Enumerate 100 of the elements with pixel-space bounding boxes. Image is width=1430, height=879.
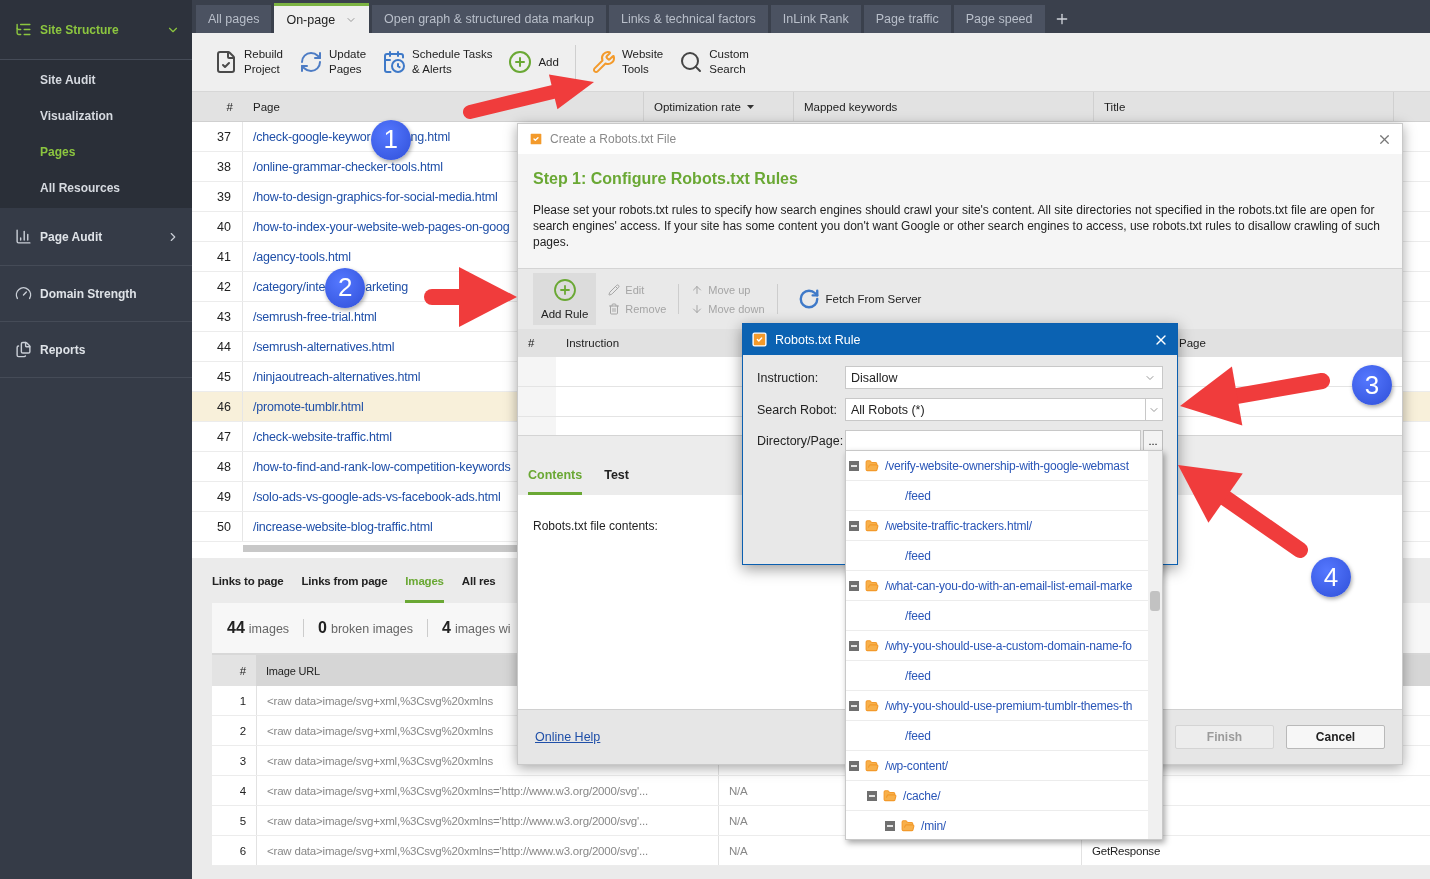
tree-item[interactable]: /website-traffic-trackers.html/ xyxy=(885,518,1032,533)
tab[interactable]: All pages xyxy=(196,5,272,33)
page-link[interactable]: /how-to-index-your-website-web-pages-on-goog xyxy=(253,219,510,234)
column-header[interactable]: Mapped keywords xyxy=(793,92,1093,121)
tree-item[interactable]: /why-you-should-use-premium-tumblr-themes-th xyxy=(885,698,1133,713)
row-number[interactable]: 42 xyxy=(192,272,243,301)
caret-icon xyxy=(746,104,754,109)
tab[interactable]: Links from page xyxy=(301,561,388,603)
browse-button[interactable]: ... xyxy=(1143,430,1163,452)
page-link[interactable]: /how-to-design-graphics-for-social-media.html xyxy=(253,189,498,204)
row-number[interactable]: 48 xyxy=(192,452,243,481)
page-link[interactable]: /increase-website-blog-traffic.html xyxy=(253,519,433,534)
toolbar-button[interactable]: Add Rule xyxy=(533,273,597,325)
page-link[interactable]: arketing xyxy=(365,279,409,294)
row-number: 6 xyxy=(239,844,246,857)
row-number[interactable]: 39 xyxy=(192,182,243,211)
toolbar-button[interactable]: Custom Search xyxy=(679,45,749,79)
folder-icon xyxy=(865,578,879,593)
input-field[interactable] xyxy=(845,430,1141,452)
page-link[interactable]: /solo-ads-vs-google-ads-vs-facebook-ads.html xyxy=(253,489,501,504)
toolbar-button[interactable]: Schedule Tasks & Alerts xyxy=(382,45,493,79)
tab[interactable]: All res xyxy=(461,561,496,603)
collapse-icon[interactable] xyxy=(849,520,859,531)
row-number[interactable]: 46 xyxy=(192,392,243,421)
page-link[interactable]: /online-grammar-checker-tools.html xyxy=(253,159,443,174)
tree-item[interactable]: /verify-website-ownership-with-google-webmast xyxy=(885,458,1129,473)
sidebar-subitem[interactable]: Pages xyxy=(0,134,192,170)
toolbar-button[interactable]: Add xyxy=(508,45,559,79)
sidebar-subitem[interactable]: Visualization xyxy=(0,98,192,134)
page-link[interactable]: /semrush-free-trial.html xyxy=(253,309,377,324)
tree-item[interactable]: /wp-content/ xyxy=(885,758,948,773)
collapse-icon[interactable] xyxy=(849,640,859,651)
tab[interactable]: Links to page xyxy=(212,561,284,603)
tree-item[interactable]: /min/ xyxy=(921,818,946,833)
tree-item[interactable]: /feed xyxy=(905,548,931,563)
tab[interactable]: Page traffic xyxy=(863,5,951,33)
field-label: Directory/Page: xyxy=(757,434,845,448)
tab[interactable]: InLink Rank xyxy=(770,5,861,33)
toolbar-button[interactable]: Update Pages xyxy=(299,45,367,79)
column-header[interactable]: Title xyxy=(1093,92,1393,121)
image-url: <raw data>image/svg+xml,%3Csvg%20xmlns xyxy=(267,724,494,737)
row-number[interactable]: 49 xyxy=(192,482,243,511)
column-header[interactable]: # xyxy=(212,655,256,686)
tab[interactable]: Links & technical factors xyxy=(608,5,768,33)
toolbar-button[interactable]: Website Tools xyxy=(574,45,664,79)
instruction-select[interactable]: Disallow xyxy=(845,366,1163,389)
refresh-icon xyxy=(797,288,820,310)
row-number[interactable]: 41 xyxy=(192,242,243,271)
page-link[interactable]: /ninjaoutreach-alternatives.html xyxy=(253,369,421,384)
help-link[interactable]: Online Help xyxy=(535,730,601,744)
toolbar-button[interactable]: Fetch From Server xyxy=(789,273,930,325)
collapse-icon[interactable] xyxy=(849,700,859,711)
column-header[interactable]: Page xyxy=(243,92,643,121)
page-link[interactable]: /how-to-find-and-rank-low-competition-keywords xyxy=(253,459,511,474)
sidebar-subitem[interactable]: All Resources xyxy=(0,170,192,206)
collapse-icon[interactable] xyxy=(849,460,859,471)
collapse-icon[interactable] xyxy=(867,790,877,801)
tree-item[interactable]: /feed xyxy=(905,608,931,623)
tab[interactable]: Page speed xyxy=(953,5,1045,33)
column-header[interactable]: # xyxy=(518,329,556,357)
toolbar-button[interactable]: Rebuild Project xyxy=(214,45,283,79)
column-header[interactable]: Optimization rate xyxy=(643,92,793,121)
column-header[interactable]: # xyxy=(192,92,243,121)
page-link[interactable]: /check-website-traffic.html xyxy=(253,429,392,444)
tree-item[interactable]: /feed xyxy=(905,668,931,683)
page-link[interactable]: /semrush-alternatives.html xyxy=(253,339,395,354)
row-number[interactable]: 43 xyxy=(192,302,243,331)
tree-item[interactable]: /cache/ xyxy=(903,788,941,803)
tab[interactable]: Test xyxy=(604,457,629,495)
tree-item[interactable]: /feed xyxy=(905,488,931,503)
search-icon xyxy=(679,50,704,74)
tab[interactable]: On-page xyxy=(274,3,370,33)
page-link[interactable]: /check-google-keywor xyxy=(253,129,371,144)
sidebar-item[interactable]: Site Structure xyxy=(0,0,192,60)
collapse-icon[interactable] xyxy=(885,820,895,831)
tree-item[interactable]: /what-can-you-do-with-an-email-list-email-marke xyxy=(885,578,1133,593)
collapse-icon[interactable] xyxy=(849,580,859,591)
row-number[interactable]: 38 xyxy=(192,152,243,181)
page-link[interactable]: /promote-tumblr.html xyxy=(253,399,364,414)
app-icon xyxy=(528,131,544,147)
page-link[interactable]: /agency-tools.html xyxy=(253,249,351,264)
app-icon xyxy=(751,331,768,348)
dialog-button[interactable]: Cancel xyxy=(1286,725,1385,749)
collapse-icon[interactable] xyxy=(849,760,859,771)
row-number[interactable]: 37 xyxy=(192,122,243,151)
sidebar-subitem[interactable]: Site Audit xyxy=(0,62,192,98)
page-link[interactable]: /category/inte xyxy=(253,279,326,294)
tree-item[interactable]: /feed xyxy=(905,728,931,743)
row-number[interactable]: 40 xyxy=(192,212,243,241)
tab[interactable]: Open graph & structured data markup xyxy=(372,5,606,33)
scrollbar-thumb[interactable] xyxy=(1150,591,1160,611)
row-number[interactable]: 50 xyxy=(192,512,243,541)
page-link[interactable]: ng.html xyxy=(410,129,451,144)
bar-chart-icon xyxy=(15,228,32,245)
row-number[interactable]: 44 xyxy=(192,332,243,361)
image-url: <raw data>image/svg+xml,%3Csvg%20xmlns='http://www.w3.org/2000/svg'... xyxy=(267,814,648,827)
tree-item[interactable]: /why-you-should-use-a-custom-domain-name-fo xyxy=(885,638,1132,653)
robot-combo[interactable]: All Robots (*) xyxy=(845,398,1146,421)
row-number[interactable]: 47 xyxy=(192,422,243,451)
row-number[interactable]: 45 xyxy=(192,362,243,391)
